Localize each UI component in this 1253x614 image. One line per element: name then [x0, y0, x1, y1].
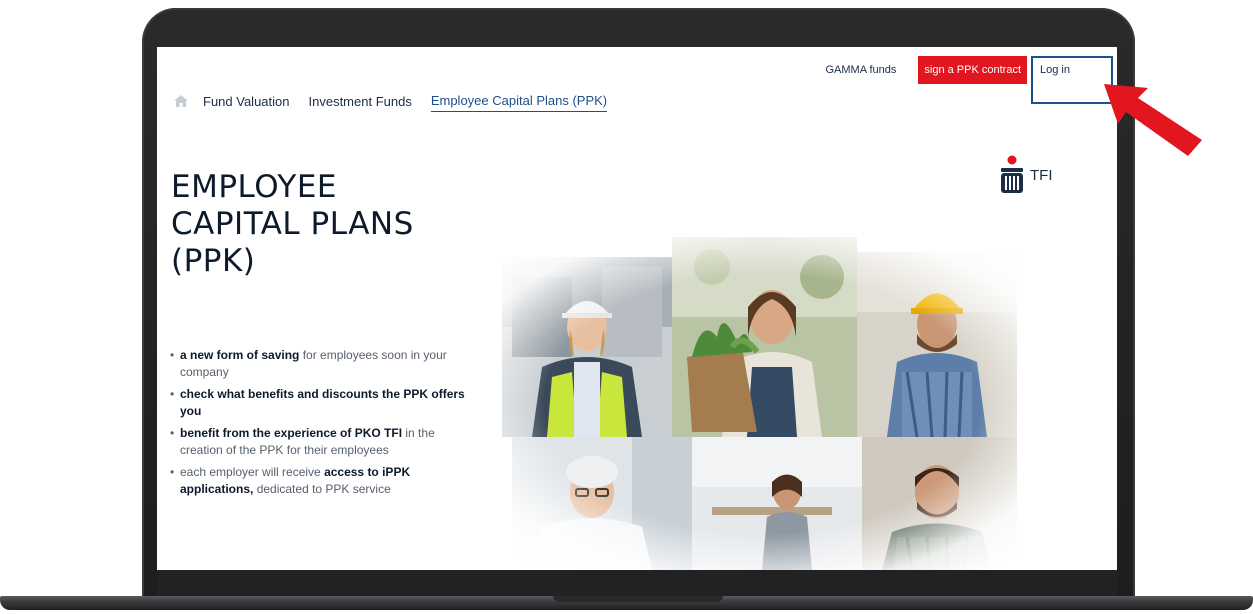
- photo-grocery-woman: [672, 237, 857, 437]
- title-line-2: CAPITAL PLANS: [171, 206, 414, 242]
- sign-ppk-contract-button[interactable]: sign a PPK contract: [918, 56, 1027, 84]
- photo-yellow-helmet-worker: [857, 252, 1017, 437]
- logo-text: TFI: [1030, 166, 1053, 184]
- photo-construction-worker: [502, 257, 672, 437]
- list-item: check what benefits and discounts the PP…: [170, 386, 470, 420]
- red-arrow-icon: [1104, 84, 1202, 156]
- top-bar: GAMMA funds sign a PPK contract Log in: [825, 55, 1117, 104]
- laptop-chin: [157, 570, 1117, 598]
- pko-logo-icon: [1001, 155, 1023, 193]
- main-nav: Fund Valuation Investment Funds Employee…: [173, 93, 626, 112]
- nav-item-fund-valuation[interactable]: Fund Valuation: [203, 94, 290, 112]
- home-icon[interactable]: [173, 94, 203, 111]
- pko-tfi-logo[interactable]: TFI: [1000, 155, 1053, 195]
- title-line-3: (PPK): [171, 243, 256, 279]
- list-item: benefit from the experience of PKO TFI i…: [170, 425, 470, 459]
- nav-item-ppk[interactable]: Employee Capital Plans (PPK): [430, 93, 608, 112]
- photo-lab-worker: [512, 437, 692, 570]
- list-item: each employer will receive access to iPP…: [170, 464, 470, 498]
- employee-photo-collage: [482, 237, 1042, 570]
- photo-smiling-man: [862, 437, 1017, 570]
- title-line-1: EMPLOYEE: [171, 169, 338, 205]
- laptop-notch: [553, 596, 723, 602]
- gamma-funds-link[interactable]: GAMMA funds: [825, 64, 896, 76]
- nav-item-investment-funds[interactable]: Investment Funds: [309, 94, 412, 112]
- laptop-mockup: GAMMA funds sign a PPK contract Log in F…: [0, 0, 1253, 614]
- benefits-list: a new form of saving for employees soon …: [170, 347, 470, 503]
- list-item: a new form of saving for employees soon …: [170, 347, 470, 381]
- photo-office-worker: [692, 437, 862, 570]
- browser-screen: GAMMA funds sign a PPK contract Log in F…: [157, 47, 1117, 570]
- page-title: EMPLOYEE CAPITAL PLANS (PPK): [171, 169, 471, 280]
